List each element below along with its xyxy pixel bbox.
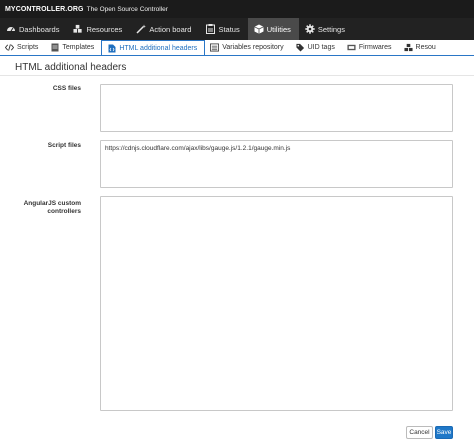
tab-scripts[interactable]: Scripts: [0, 40, 45, 55]
nav-item-label: Dashboards: [19, 24, 60, 34]
nav-item-label: Status: [218, 24, 240, 34]
tab-uid-tags[interactable]: UID tags: [291, 40, 342, 55]
nav-item-label: Resources: [86, 24, 123, 34]
magic-wand-icon: [136, 24, 147, 34]
save-button[interactable]: Save: [435, 426, 453, 439]
script-files-label: Script files: [47, 142, 81, 149]
cancel-button[interactable]: Cancel: [406, 426, 433, 439]
nav-item-utilities[interactable]: Utilities: [247, 18, 299, 40]
css-files-label: CSS files: [52, 85, 81, 92]
tab-html-additional-headers[interactable]: HTML additional headers: [101, 40, 206, 55]
nav-item-label: Utilities: [266, 24, 291, 34]
cube-icon: [254, 24, 264, 34]
brand-tagline: The Open Source Controller: [86, 5, 168, 13]
angular-controllers-label: AngularJS custom controllers: [23, 200, 81, 215]
page-title: HTML additional headers: [15, 62, 127, 73]
tab-label: HTML additional headers: [119, 44, 198, 52]
nav-item-dashboards[interactable]: Dashboards: [0, 18, 67, 40]
nav-item-settings[interactable]: Settings: [299, 18, 353, 40]
tab-label: Variables repository: [222, 44, 284, 51]
file-code-icon: [107, 44, 116, 53]
tags-icon: [296, 43, 305, 52]
title-divider: [0, 75, 474, 76]
dashboard-icon: [6, 24, 16, 34]
tab-variables-repository[interactable]: Variables repository: [205, 40, 290, 55]
main-nav: Dashboards Resources Action board Status…: [0, 18, 474, 40]
angular-controllers-field[interactable]: [100, 196, 453, 411]
clipboard-icon: [205, 24, 215, 34]
file-icon: [50, 43, 59, 52]
tab-label: UID tags: [307, 44, 335, 51]
tab-label: Firmwares: [358, 44, 392, 51]
gear-icon: [305, 24, 315, 34]
tab-firmwares[interactable]: Firmwares: [342, 40, 399, 55]
nav-item-label: Action board: [149, 24, 192, 34]
brand-name[interactable]: MYCONTROLLER.ORG: [5, 6, 84, 13]
list-icon: [210, 43, 220, 52]
tab-templates[interactable]: Templates: [45, 40, 101, 55]
firmware-icon: [347, 43, 356, 52]
tab-resources[interactable]: Resou: [399, 40, 443, 55]
cubes-icon: [73, 24, 83, 34]
nav-item-resources[interactable]: Resources: [67, 18, 130, 40]
top-bar: MYCONTROLLER.ORG The Open Source Control…: [0, 0, 474, 18]
script-files-field[interactable]: https://cdnjs.cloudflare.com/ajax/libs/g…: [100, 140, 453, 188]
utilities-tabs: Scripts Templates HTML additional header…: [0, 40, 474, 56]
tab-label: Resou: [415, 44, 436, 51]
nav-item-status[interactable]: Status: [199, 18, 247, 40]
nav-item-label: Settings: [317, 24, 345, 34]
css-files-field[interactable]: [100, 84, 453, 132]
tab-label: Templates: [62, 44, 95, 51]
resources-icon: [403, 43, 413, 52]
nav-item-action-board[interactable]: Action board: [130, 18, 199, 40]
tab-label: Scripts: [17, 44, 39, 51]
code-icon: [5, 43, 14, 52]
